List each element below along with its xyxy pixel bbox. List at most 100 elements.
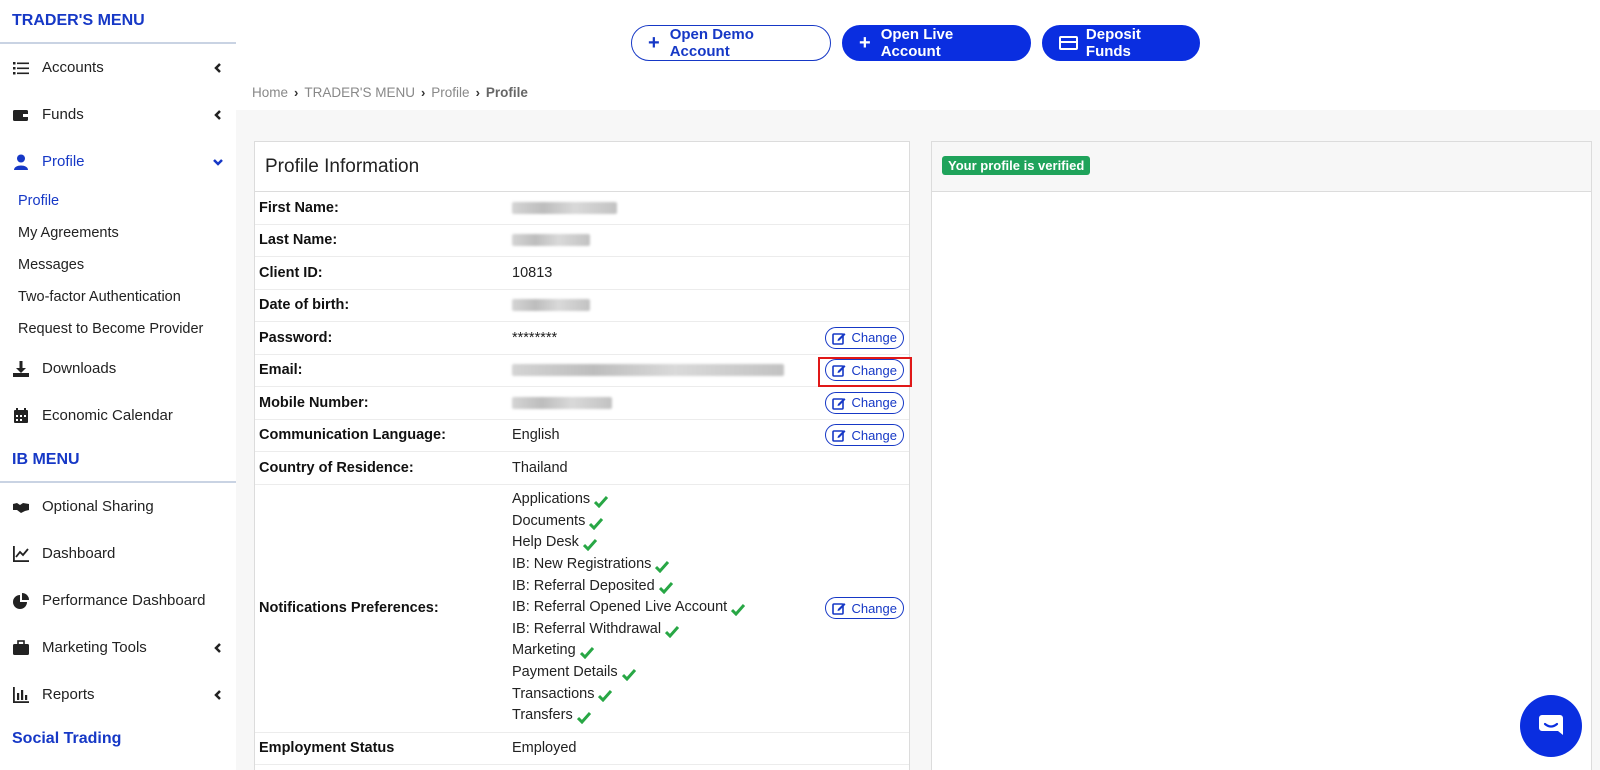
field-label: Last Name: — [259, 232, 338, 249]
social-trading-header[interactable]: Social Trading — [0, 718, 236, 762]
traders-menu-header: TRADER'S MENU — [0, 0, 236, 44]
field-label: Country of Residence: — [259, 459, 414, 476]
user-icon — [12, 153, 30, 171]
change-notifications-button[interactable]: Change — [825, 597, 904, 619]
check-icon — [621, 667, 636, 681]
list-item: Help Desk — [512, 532, 909, 554]
check-icon — [598, 688, 613, 703]
action-buttons: + Open Demo Account + Open Live Account … — [631, 25, 1200, 61]
sidebar-subitem-profile[interactable]: Profile — [0, 185, 236, 217]
list-item: Payment Details — [512, 662, 909, 684]
sidebar-item-performance-dashboard[interactable]: Performance Dashboard — [0, 577, 236, 624]
sidebar-item-label: Reports — [42, 686, 95, 703]
open-demo-account-button[interactable]: + Open Demo Account — [631, 25, 831, 61]
line-chart-icon — [12, 545, 30, 563]
sidebar-item-downloads[interactable]: Downloads — [0, 345, 236, 392]
row-first-name: First Name: — [255, 192, 909, 225]
row-country-of-residence: Country of Residence: Thailand — [255, 452, 909, 485]
notification-label: Payment Details — [512, 663, 618, 680]
notification-label: Marketing — [512, 642, 576, 659]
sidebar-subitem-my-agreements[interactable]: My Agreements — [0, 217, 236, 249]
row-employment-status: Employment Status Employed — [255, 733, 909, 765]
breadcrumb-traders-menu[interactable]: TRADER'S MENU — [304, 85, 415, 100]
client-id-value: 10813 — [512, 264, 553, 281]
sidebar-item-optional-sharing[interactable]: Optional Sharing — [0, 483, 236, 530]
sidebar-item-label: Downloads — [42, 360, 117, 377]
deposit-funds-button[interactable]: Deposit Funds — [1042, 25, 1200, 61]
chevron-left-icon — [212, 642, 224, 654]
change-language-button[interactable]: Change — [825, 424, 904, 447]
notification-label: Transactions — [512, 685, 595, 702]
first-name-value — [512, 200, 909, 216]
last-name-value — [512, 232, 909, 248]
list-item: Transfers — [512, 705, 909, 727]
sidebar-item-label: Marketing Tools — [42, 639, 147, 656]
list-item: Documents — [512, 511, 909, 533]
download-icon — [12, 360, 30, 378]
check-icon — [665, 624, 680, 638]
change-password-button[interactable]: Change — [825, 326, 904, 349]
sidebar-item-profile[interactable]: Profile — [0, 138, 236, 185]
open-live-account-label: Open Live Account — [880, 26, 954, 60]
notification-label: Documents — [512, 512, 586, 529]
change-label: Change — [851, 600, 897, 616]
briefcase-icon — [12, 639, 30, 657]
sidebar-item-label: Accounts — [42, 59, 104, 76]
country-value: Thailand — [512, 459, 568, 476]
field-label: First Name: — [259, 199, 339, 216]
chevron-left-icon — [212, 109, 224, 121]
deposit-funds-label: Deposit Funds — [1085, 26, 1141, 60]
sidebar-item-label: Optional Sharing — [42, 498, 154, 515]
field-label: Notifications Preferences: — [259, 600, 439, 616]
list-item: Applications — [512, 489, 909, 511]
chevron-right-icon: › — [475, 85, 480, 100]
chevron-right-icon: › — [420, 85, 426, 100]
sidebar-item-economic-calendar[interactable]: Economic Calendar — [0, 392, 236, 439]
open-demo-account-label: Open Demo Account — [669, 26, 754, 60]
sidebar-item-marketing-tools[interactable]: Marketing Tools — [0, 624, 236, 671]
field-label: Date of birth: — [259, 297, 350, 314]
field-label: Email: — [259, 362, 303, 379]
sidebar-item-funds[interactable]: Funds — [0, 91, 236, 138]
change-mobile-button[interactable]: Change — [825, 391, 904, 414]
row-email: Email: Change — [255, 355, 912, 387]
open-live-account-button[interactable]: + Open Live Account — [842, 25, 1031, 61]
breadcrumb-home[interactable]: Home — [252, 85, 288, 100]
notification-label: Help Desk — [512, 534, 579, 551]
check-icon — [594, 494, 609, 509]
breadcrumb-current: Profile — [485, 85, 528, 100]
plus-icon: + — [859, 32, 871, 54]
field-label: Communication Language: — [259, 427, 446, 444]
sidebar-item-label: Dashboard — [42, 545, 116, 562]
edit-icon — [832, 332, 846, 345]
check-icon — [576, 710, 591, 725]
handshake-icon — [12, 498, 30, 516]
list-item: IB: New Registrations — [512, 554, 909, 576]
sidebar-item-label: Funds — [42, 106, 84, 123]
sidebar-item-accounts[interactable]: Accounts — [0, 44, 236, 91]
sidebar: TRADER'S MENU Accounts Funds Profile Pro… — [0, 0, 236, 770]
change-label: Change — [851, 395, 897, 411]
verified-badge: Your profile is verified — [942, 156, 1091, 175]
sidebar-subitem-messages[interactable]: Messages — [0, 249, 236, 281]
notification-label: IB: Referral Withdrawal — [512, 620, 662, 637]
chevron-down-icon — [212, 156, 224, 168]
chat-button[interactable] — [1520, 695, 1582, 757]
chevron-left-icon — [212, 689, 224, 701]
employment-value: Employed — [512, 740, 577, 757]
sidebar-subitem-two-factor[interactable]: Two-factor Authentication — [0, 281, 236, 313]
sidebar-subitem-request-provider[interactable]: Request to Become Provider — [0, 313, 236, 345]
list-icon — [12, 59, 30, 77]
list-item: IB: Referral Deposited — [512, 576, 909, 598]
sidebar-item-reports[interactable]: Reports — [0, 671, 236, 718]
highlight-box — [818, 356, 912, 387]
change-label: Change — [851, 330, 897, 346]
change-label: Change — [851, 427, 897, 443]
breadcrumb-profile[interactable]: Profile — [431, 85, 469, 100]
sidebar-item-label: Economic Calendar — [42, 407, 173, 424]
check-icon — [731, 602, 746, 617]
row-last-name: Last Name: — [255, 225, 909, 257]
sidebar-item-dashboard[interactable]: Dashboard — [0, 530, 236, 577]
sidebar-item-label: Profile — [42, 153, 85, 170]
breadcrumb: Home › TRADER'S MENU › Profile › Profile — [252, 85, 528, 100]
